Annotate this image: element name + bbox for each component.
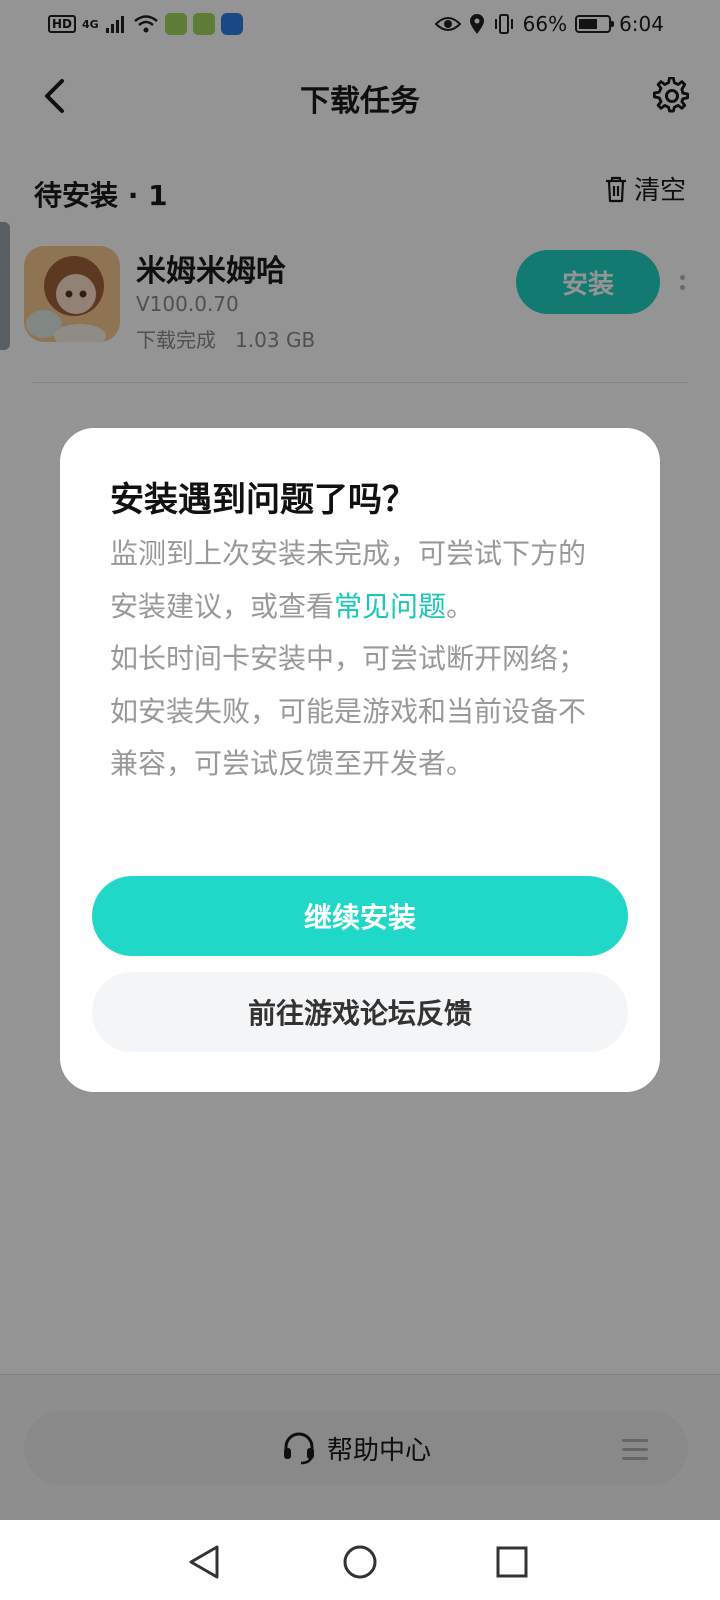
dialog-message: 监测到上次安装未完成，可尝试下方的安装建议，或查看常见问题。 如长时间卡安装中，…: [110, 528, 610, 791]
forum-feedback-button[interactable]: 前往游戏论坛反馈: [92, 972, 628, 1052]
dialog-paragraph: 如安装失败，可能是游戏和当前设备不兼容，可尝试反馈至开发者。: [110, 694, 587, 781]
nav-recents-button[interactable]: [490, 1540, 534, 1584]
nav-back-button[interactable]: [182, 1540, 226, 1584]
circle-home-icon: [343, 1545, 377, 1579]
system-nav-bar: [0, 1520, 720, 1600]
triangle-back-icon: [189, 1545, 219, 1579]
square-recents-icon: [496, 1546, 528, 1578]
continue-install-button[interactable]: 继续安装: [92, 876, 628, 956]
dialog-paragraph: 如长时间卡安装中，可尝试断开网络；: [110, 642, 587, 675]
install-problem-dialog: 安装遇到问题了吗？ 监测到上次安装未完成，可尝试下方的安装建议，或查看常见问题。…: [60, 428, 660, 1092]
nav-home-button[interactable]: [338, 1540, 382, 1584]
dialog-paragraph: 监测到上次安装未完成，可尝试下方的安装建议，或查看常见问题。: [110, 528, 610, 633]
dialog-text: 。: [446, 589, 475, 623]
dialog-title: 安装遇到问题了吗？: [110, 480, 416, 520]
faq-link[interactable]: 常见问题: [334, 590, 446, 623]
